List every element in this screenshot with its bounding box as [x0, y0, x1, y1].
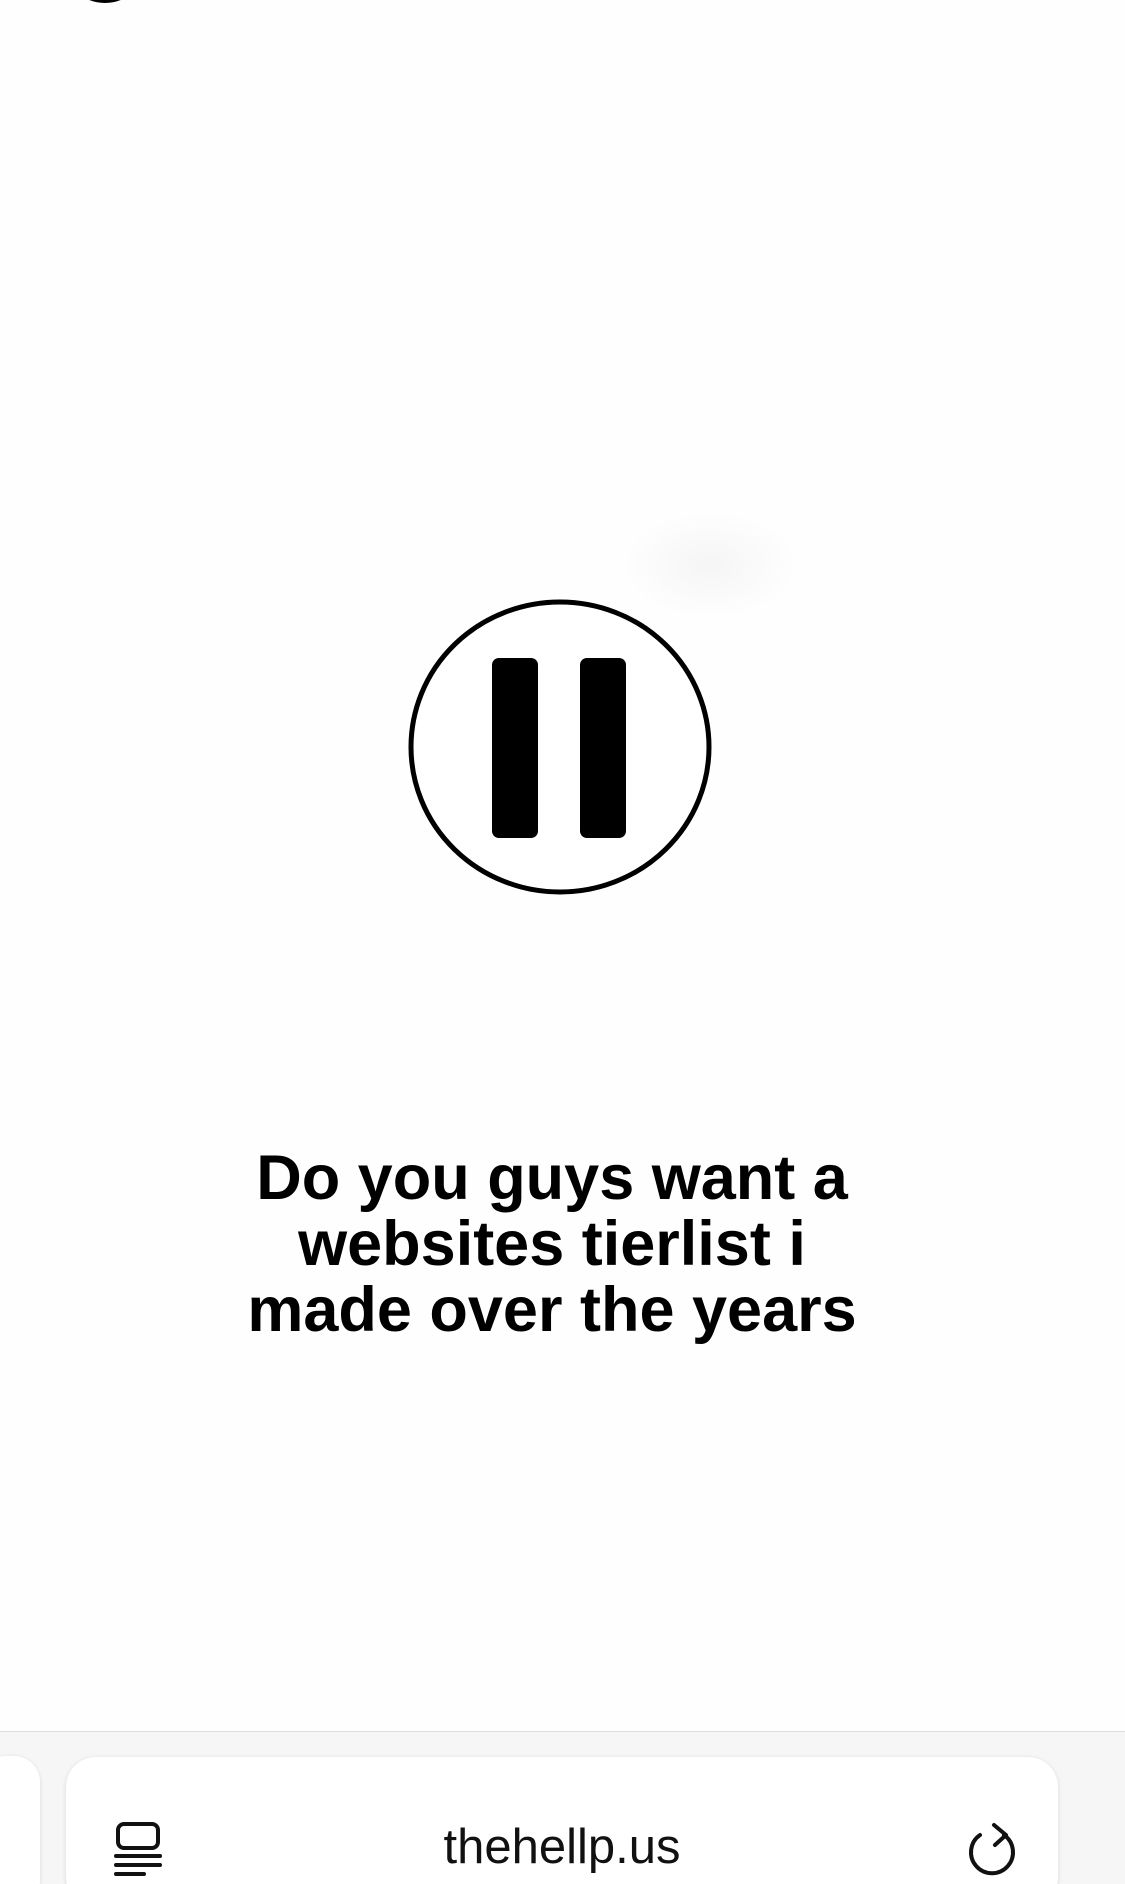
previous-tab-card[interactable]: [0, 1756, 40, 1884]
reload-icon[interactable]: [966, 1821, 1018, 1877]
url-text[interactable]: thehellp.us: [246, 1817, 878, 1877]
caption-line: made over the years: [247, 1275, 857, 1345]
address-bar[interactable]: thehellp.us: [66, 1757, 1058, 1884]
caption-line: websites tierlist i: [298, 1209, 806, 1279]
reader-mode-icon[interactable]: [114, 1822, 162, 1878]
caption-line: Do you guys want a: [256, 1143, 848, 1213]
browser-toolbar: thehellp.us: [0, 1731, 1125, 1884]
pause-icon: [408, 599, 712, 895]
partial-circle-icon: [89, 0, 121, 3]
caption-text: Do you guys want a websites tierlist i m…: [112, 1145, 992, 1343]
browser-window: Do you guys want a websites tierlist i m…: [0, 0, 1125, 1884]
pause-button[interactable]: [405, 596, 715, 898]
web-content: Do you guys want a websites tierlist i m…: [0, 0, 1125, 1731]
